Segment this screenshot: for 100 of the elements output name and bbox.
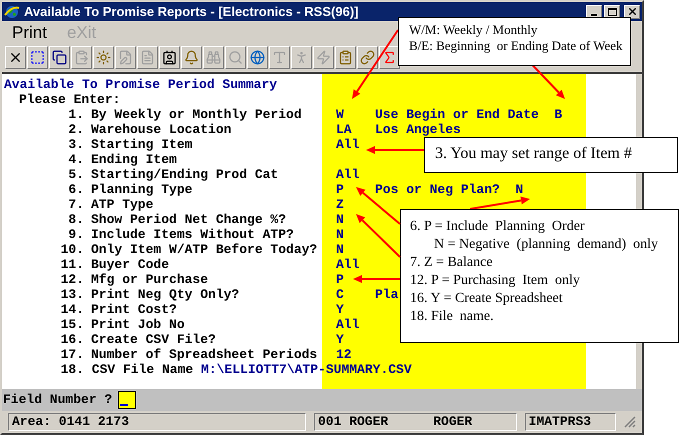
field-value: P (336, 272, 345, 287)
field-label: Warehouse Location (91, 122, 232, 137)
selection-icon (30, 50, 45, 65)
pointer-arrow (356, 214, 401, 258)
status-text: ROGER (433, 413, 472, 432)
field-number: 16. (60, 332, 84, 347)
status-text: 001 ROGER (318, 413, 388, 432)
maximize-button[interactable] (604, 4, 620, 18)
field-value: C (336, 287, 345, 302)
field-number: 10. (60, 242, 84, 257)
field-note: Use Begin or End Date (375, 107, 539, 122)
field-label: Planning Type (91, 182, 194, 197)
field-number: 18. (60, 362, 84, 377)
screen-prompt: Please Enter: (18, 92, 120, 107)
field-value: N (336, 227, 345, 242)
field-label: Include Items Without ATP? (91, 227, 295, 242)
field-label: Only Item W/ATP Before Today? (91, 242, 318, 257)
pointer-arrow (470, 196, 530, 210)
field-note: Pla (375, 287, 398, 302)
field-number: 17. (60, 347, 84, 362)
toolbar-button[interactable] (27, 46, 48, 69)
toolbar-button[interactable] (159, 46, 180, 69)
globe-icon (4, 4, 20, 20)
globe-icon (250, 50, 265, 65)
field-number: 4. (67, 152, 84, 167)
sigma-icon (382, 50, 397, 65)
minimize-button[interactable] (586, 4, 602, 18)
field-number: 14. (60, 302, 84, 317)
toolbar-button[interactable] (247, 46, 268, 69)
field-number: 8. (67, 212, 84, 227)
field-number: 15. (60, 317, 84, 332)
link-icon (360, 50, 375, 65)
lightning-icon (316, 50, 331, 65)
callout-text: 6. P = Include Planning Order (410, 218, 585, 236)
screen-heading: Available To Promise Period Summary (3, 77, 278, 92)
field-number: 2. (67, 122, 84, 137)
callout-text: 12. P = Purchasing Item only (410, 272, 580, 290)
field-value: B (554, 107, 562, 122)
field-number: 9. (67, 227, 84, 242)
file-edit-icon (118, 50, 133, 65)
field-value: Y (336, 302, 345, 317)
field-value: Z (336, 197, 345, 212)
field-value: LA (336, 122, 353, 137)
close-button[interactable] (624, 4, 640, 18)
field-value: N (336, 242, 345, 257)
callout-text: 3. You may set range of Item # (435, 145, 632, 163)
callout-text: B/E: Beginning or Ending Date of Week (409, 38, 623, 54)
field-label: Print Job No (91, 317, 186, 332)
field-label: Buyer Code (91, 257, 170, 272)
field-number: 6. (67, 182, 84, 197)
clipboard-list-icon (338, 50, 353, 65)
field-value: All (336, 257, 360, 272)
field-number: 5. (67, 167, 84, 182)
status-text: IMATPRS3 (528, 413, 592, 432)
contact-card-icon (162, 50, 177, 65)
document-icon (140, 50, 155, 65)
field-value: 12 (336, 347, 353, 362)
callout-text: N = Negative (planning demand) only (433, 236, 658, 254)
field-note: Pos or Neg Plan? (375, 182, 500, 197)
menu-item[interactable]: Print (12, 22, 47, 42)
pointer-arrow (353, 275, 400, 283)
pointer-arrow (366, 146, 424, 154)
toolbar-button[interactable] (5, 46, 26, 69)
callout-text: 7. Z = Balance (410, 254, 493, 272)
resize-grip-icon (624, 416, 636, 428)
pointer-arrow (352, 29, 399, 99)
toolbar-button[interactable] (49, 46, 70, 69)
search-icon (228, 50, 243, 65)
field-value: All (336, 317, 360, 332)
field-value: All (336, 167, 360, 182)
field-value: P (336, 182, 345, 197)
field-number: 11. (60, 257, 84, 272)
binoculars-icon (206, 50, 221, 65)
window-title: Available To Promise Reports - [Electronics - RSS(96)] (24, 2, 358, 21)
close-icon (626, 6, 638, 17)
field-label: Print Neg Qty Only? (91, 287, 240, 302)
field-value: All (336, 137, 360, 152)
field-label: CSV File Name (92, 362, 194, 377)
bell-icon (184, 50, 199, 65)
field-label: Starting/Ending Prod Cat (91, 167, 280, 182)
field-label: ATP Type (91, 197, 154, 212)
sun-icon (96, 50, 111, 65)
field-value: N (336, 212, 345, 227)
field-note: Los Angeles (375, 122, 461, 137)
field-label: Create CSV File? (91, 332, 217, 347)
person-icon (294, 50, 309, 65)
field-label: Ending Item (91, 152, 178, 167)
field-number: 3. (67, 137, 84, 152)
field-label: Print Cost? (91, 302, 178, 317)
paste-icon (74, 50, 89, 65)
callout-text: W/M: Weekly / Monthly (409, 22, 538, 38)
field-label: Number of Spreadsheet Periods (91, 347, 318, 362)
callout-text: 16. Y = Create Spreadsheet (410, 290, 563, 308)
field-number: 13. (60, 287, 84, 302)
field-number: 7. (67, 197, 84, 212)
callout-text: 18. File name. (410, 308, 494, 326)
field-number: 1. (67, 107, 84, 122)
field-number-input[interactable] (118, 391, 136, 409)
field-label: By Weekly or Monthly Period (91, 107, 303, 122)
field-number-prompt: Field Number ? (3, 391, 112, 410)
